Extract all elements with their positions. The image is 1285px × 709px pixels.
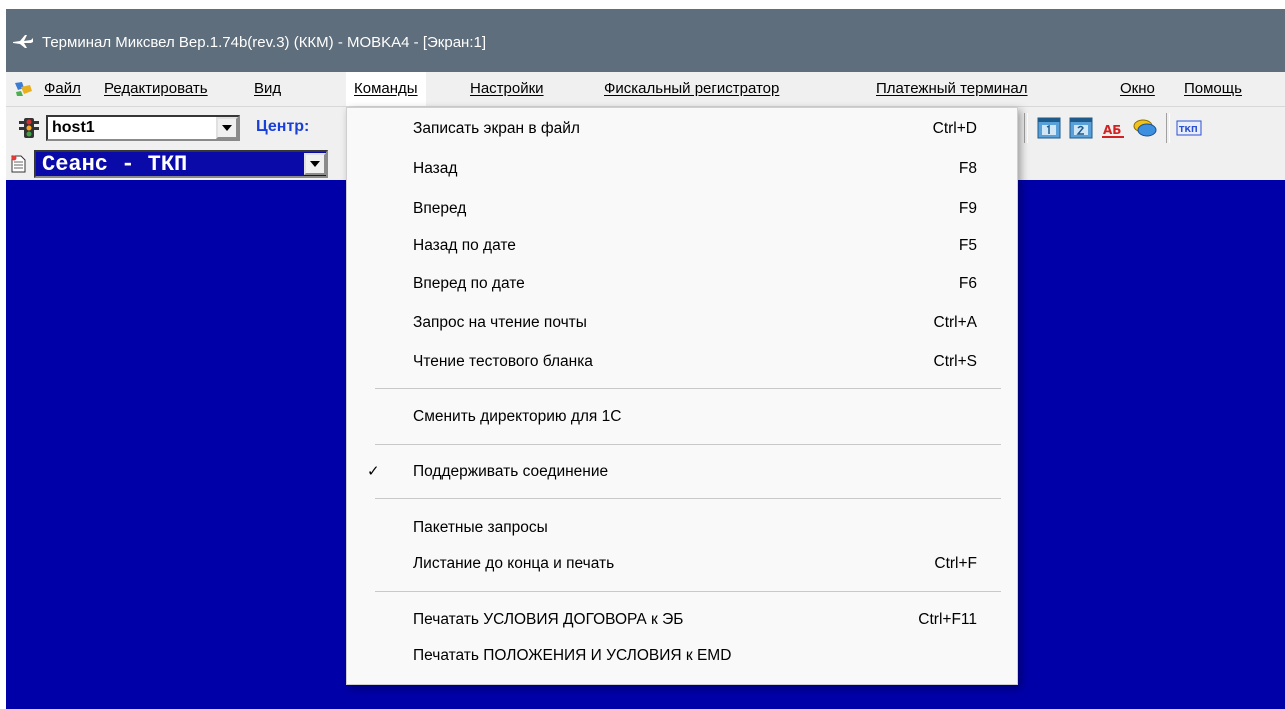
- menu-separator: [375, 498, 1001, 499]
- menu-settings[interactable]: Настройки: [470, 72, 544, 106]
- host-value: host1: [52, 119, 95, 136]
- svg-text:АБ: АБ: [1103, 123, 1121, 137]
- menu-item-print-contract-terms[interactable]: Печатать УСЛОВИЯ ДОГОВОРА к ЭБ Ctrl+F11: [347, 605, 1017, 635]
- ab-icon[interactable]: АБ: [1100, 115, 1126, 141]
- menu-separator: [375, 444, 1001, 445]
- chat-icon[interactable]: [1132, 115, 1158, 141]
- tkp-icon[interactable]: ТКП: [1176, 115, 1202, 141]
- menu-bar: Файл Редактировать Вид Команды Настройки…: [6, 72, 1285, 106]
- checkmark-icon: ✓: [367, 463, 380, 480]
- menu-item-batch-requests[interactable]: Пакетные запросы: [347, 513, 1017, 543]
- menu-view[interactable]: Вид: [254, 72, 281, 106]
- menu-item-forward[interactable]: Вперед F9: [347, 194, 1017, 224]
- screen2-icon[interactable]: [1068, 115, 1094, 141]
- menu-commands[interactable]: Команды: [346, 72, 426, 106]
- new-document-icon[interactable]: [10, 154, 28, 174]
- traffic-light-icon[interactable]: [18, 117, 40, 139]
- session-dropdown-button[interactable]: [304, 153, 326, 175]
- menu-item-read-mail-request[interactable]: Запрос на чтение почты Ctrl+A: [347, 308, 1017, 338]
- menu-item-save-screen[interactable]: Записать экран в файл Ctrl+D: [347, 114, 1017, 144]
- menu-help[interactable]: Помощь: [1184, 72, 1242, 106]
- title-bar[interactable]: Терминал Миксвел Вер.1.74b(rev.3) (ККМ) …: [6, 9, 1285, 72]
- svg-text:ТКП: ТКП: [1179, 125, 1198, 134]
- menu-item-back[interactable]: Назад F8: [347, 154, 1017, 184]
- menu-window[interactable]: Окно: [1120, 72, 1155, 106]
- commands-dropdown-menu: Записать экран в файл Ctrl+D Назад F8 Вп…: [346, 107, 1018, 685]
- menu-item-forward-by-date[interactable]: Вперед по дате F6: [347, 269, 1017, 299]
- session-value: Сеанс - ТКП: [42, 152, 188, 177]
- host-dropdown-button[interactable]: [216, 117, 238, 139]
- menu-item-read-test-blank[interactable]: Чтение тестового бланка Ctrl+S: [347, 347, 1017, 377]
- menu-item-back-by-date[interactable]: Назад по дате F5: [347, 231, 1017, 261]
- menu-item-scroll-to-end-print[interactable]: Листание до конца и печать Ctrl+F: [347, 549, 1017, 579]
- menu-file[interactable]: Файл: [44, 72, 81, 106]
- menu-payment-terminal[interactable]: Платежный терминал: [876, 72, 1028, 106]
- menu-fiscal-register[interactable]: Фискальный регистратор: [604, 72, 779, 106]
- menu-separator: [375, 388, 1001, 389]
- menu-item-change-1c-directory[interactable]: Сменить директорию для 1С: [347, 402, 1017, 432]
- host-combobox[interactable]: host1: [46, 115, 240, 141]
- system-menu-icon[interactable]: [12, 80, 34, 98]
- menu-separator: [375, 591, 1001, 592]
- toolbar-separator: [1166, 113, 1170, 143]
- menu-item-keep-connection[interactable]: ✓ Поддерживать соединение: [347, 457, 1017, 487]
- session-combobox[interactable]: Сеанс - ТКП: [34, 150, 328, 178]
- screen1-icon[interactable]: [1036, 115, 1062, 141]
- window-title: Терминал Миксвел Вер.1.74b(rev.3) (ККМ) …: [42, 34, 486, 51]
- centr-label: Центр:: [256, 118, 310, 135]
- toolbar-separator: [1024, 113, 1028, 143]
- menu-edit[interactable]: Редактировать: [104, 72, 208, 106]
- menu-item-print-emd-terms[interactable]: Печатать ПОЛОЖЕНИЯ И УСЛОВИЯ к EMD: [347, 641, 1017, 671]
- plane-icon: [13, 35, 33, 48]
